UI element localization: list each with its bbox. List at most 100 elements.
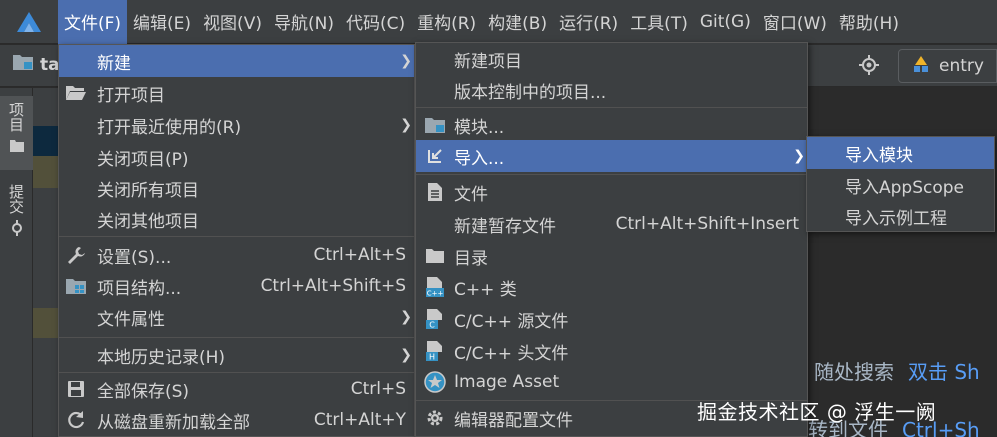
chevron-right-icon: ❯ [400,309,412,325]
menu-item-close-project[interactable]: 关闭项目(P) [59,141,414,173]
menu-item-import-appscope[interactable]: 导入AppScope [807,169,994,201]
menu-item-close-others[interactable]: 关闭其他项目 [59,203,414,235]
image-asset-icon [424,371,446,393]
folder-icon [424,245,446,267]
file-icon [424,181,446,203]
app-logo-icon[interactable] [0,0,58,44]
menu-item-label: 导入模块 [845,145,913,166]
menu-edit[interactable]: 编辑(E) [127,0,197,44]
menu-separator [416,174,807,175]
new-submenu: 新建项目 版本控制中的项目... 模块... 导入... ❯ 文件 新建暂存文件… [415,42,808,437]
menu-code[interactable]: 代码(C) [340,0,411,44]
menu-item-open-project[interactable]: 打开项目 [59,77,414,109]
menu-item-settings[interactable]: 设置(S)... Ctrl+Alt+S [59,239,414,271]
menu-file[interactable]: 文件(F) [58,0,128,44]
cpp-source-icon: C [424,308,446,330]
commit-icon [9,220,25,241]
tool-window-strip: 项目 提交 [0,88,33,437]
menu-item-label: 编辑器配置文件 [454,410,573,431]
save-icon [65,378,87,400]
import-arrow-icon [424,145,446,167]
menu-item-label: C/C++ 源文件 [454,311,569,332]
menu-item-file[interactable]: 文件 [416,176,807,208]
menu-item-save-all[interactable]: 全部保存(S) Ctrl+S [59,373,414,405]
menu-item-label: 项目结构... [97,278,182,299]
project-structure-icon [65,275,87,297]
search-everywhere-shortcut: 双击 Sh [908,360,980,384]
menu-item-import-sample[interactable]: 导入示例工程 [807,200,994,232]
menu-item-label: 目录 [454,248,488,269]
menu-separator [59,337,414,338]
open-folder-icon [65,82,87,104]
menu-help[interactable]: 帮助(H) [833,0,905,44]
menu-item-shortcut: Ctrl+S [350,379,406,399]
menu-view[interactable]: 视图(V) [197,0,268,44]
menu-item-label: 模块... [454,117,505,138]
menu-item-shortcut: Ctrl+Alt+Shift+Insert [615,214,799,234]
menu-item-new[interactable]: 新建 ❯ [59,45,414,77]
menu-item-label: 新建项目 [454,51,522,72]
commit-tab-label: 提交 [7,184,25,214]
import-submenu: 导入模块 导入AppScope 导入示例工程 [806,136,995,232]
menu-item-file-properties[interactable]: 文件属性 ❯ [59,301,414,333]
menu-item-shortcut: Ctrl+Alt+Y [313,410,406,430]
menu-item-image-asset[interactable]: Image Asset [416,366,807,398]
menu-item-label: 导入... [454,148,505,169]
menu-item-module[interactable]: 模块... [416,109,807,141]
menu-item-label: 版本控制中的项目... [454,82,607,103]
project-tool-tab[interactable]: 项目 [0,96,33,170]
module-icon [911,54,931,79]
menu-item-label: 文件属性 [97,309,165,330]
run-config-label: entry [939,56,984,76]
menu-git[interactable]: Git(G) [694,0,757,44]
menu-item-label: 导入AppScope [845,177,964,198]
menu-item-label: 全部保存(S) [97,381,190,402]
menu-window[interactable]: 窗口(W) [757,0,833,44]
menu-item-local-history[interactable]: 本地历史记录(H) ❯ [59,339,414,371]
menu-item-import-module[interactable]: 导入模块 [807,137,994,169]
menu-item-import[interactable]: 导入... ❯ [416,140,807,172]
locate-icon[interactable] [858,54,880,81]
menu-item-project-structure[interactable]: 项目结构... Ctrl+Alt+Shift+S [59,270,414,302]
menu-item-label: 关闭所有项目 [97,180,199,201]
menu-item-open-recent[interactable]: 打开最近使用的(R) ❯ [59,109,414,141]
chevron-right-icon: ❯ [400,117,412,133]
menu-item-label: 文件 [454,184,488,205]
menu-item-label: 从磁盘重新加载全部 [97,412,250,433]
menu-item-scratch-file[interactable]: 新建暂存文件 Ctrl+Alt+Shift+Insert [416,208,807,240]
menu-item-close-all[interactable]: 关闭所有项目 [59,172,414,204]
file-menu: 新建 ❯ 打开项目 打开最近使用的(R) ❯ 关闭项目(P) 关闭所有项目 关闭… [58,44,415,437]
folder-icon [9,138,25,158]
menu-tools[interactable]: 工具(T) [624,0,694,44]
svg-text:H: H [429,353,435,362]
menu-item-label: 关闭项目(P) [97,149,189,170]
menu-item-project-from-vcs[interactable]: 版本控制中的项目... [416,74,807,106]
menu-item-new-project[interactable]: 新建项目 [416,43,807,75]
commit-tool-tab[interactable]: 提交 [0,180,33,241]
menu-item-reload-all[interactable]: 从磁盘重新加载全部 Ctrl+Alt+Y [59,404,414,436]
menu-item-label: Image Asset [454,372,560,392]
menu-item-cpp-source[interactable]: C C/C++ 源文件 [416,303,807,335]
chevron-right-icon: ❯ [400,347,412,363]
svg-text:C: C [429,321,435,330]
menu-separator [59,236,414,237]
menu-item-directory[interactable]: 目录 [416,240,807,272]
run-config-selector[interactable]: entry [898,49,997,83]
watermark-text: 掘金技术社区 @ 浮生一阙 [697,400,937,424]
menu-build[interactable]: 构建(B) [482,0,553,44]
project-tab-label: 项目 [7,102,25,132]
menu-item-cpp-header[interactable]: H C/C++ 头文件 [416,335,807,367]
menu-item-label: 打开项目 [97,85,165,106]
menu-refactor[interactable]: 重构(R) [411,0,482,44]
search-everywhere-hint: 随处搜索 双击 Sh [814,356,980,385]
menu-item-label: 新建 [97,53,131,74]
wrench-icon [65,244,87,266]
menu-item-label: 关闭其他项目 [97,211,199,232]
project-breadcrumb[interactable]: ta [12,53,60,76]
menu-item-cpp-class[interactable]: C++ C++ 类 [416,271,807,303]
menu-navigate[interactable]: 导航(N) [268,0,340,44]
menu-run[interactable]: 运行(R) [553,0,624,44]
search-everywhere-label: 随处搜索 [814,360,894,384]
menu-bar: 文件(F) 编辑(E) 视图(V) 导航(N) 代码(C) 重构(R) 构建(B… [0,0,997,44]
chevron-right-icon: ❯ [400,53,412,69]
